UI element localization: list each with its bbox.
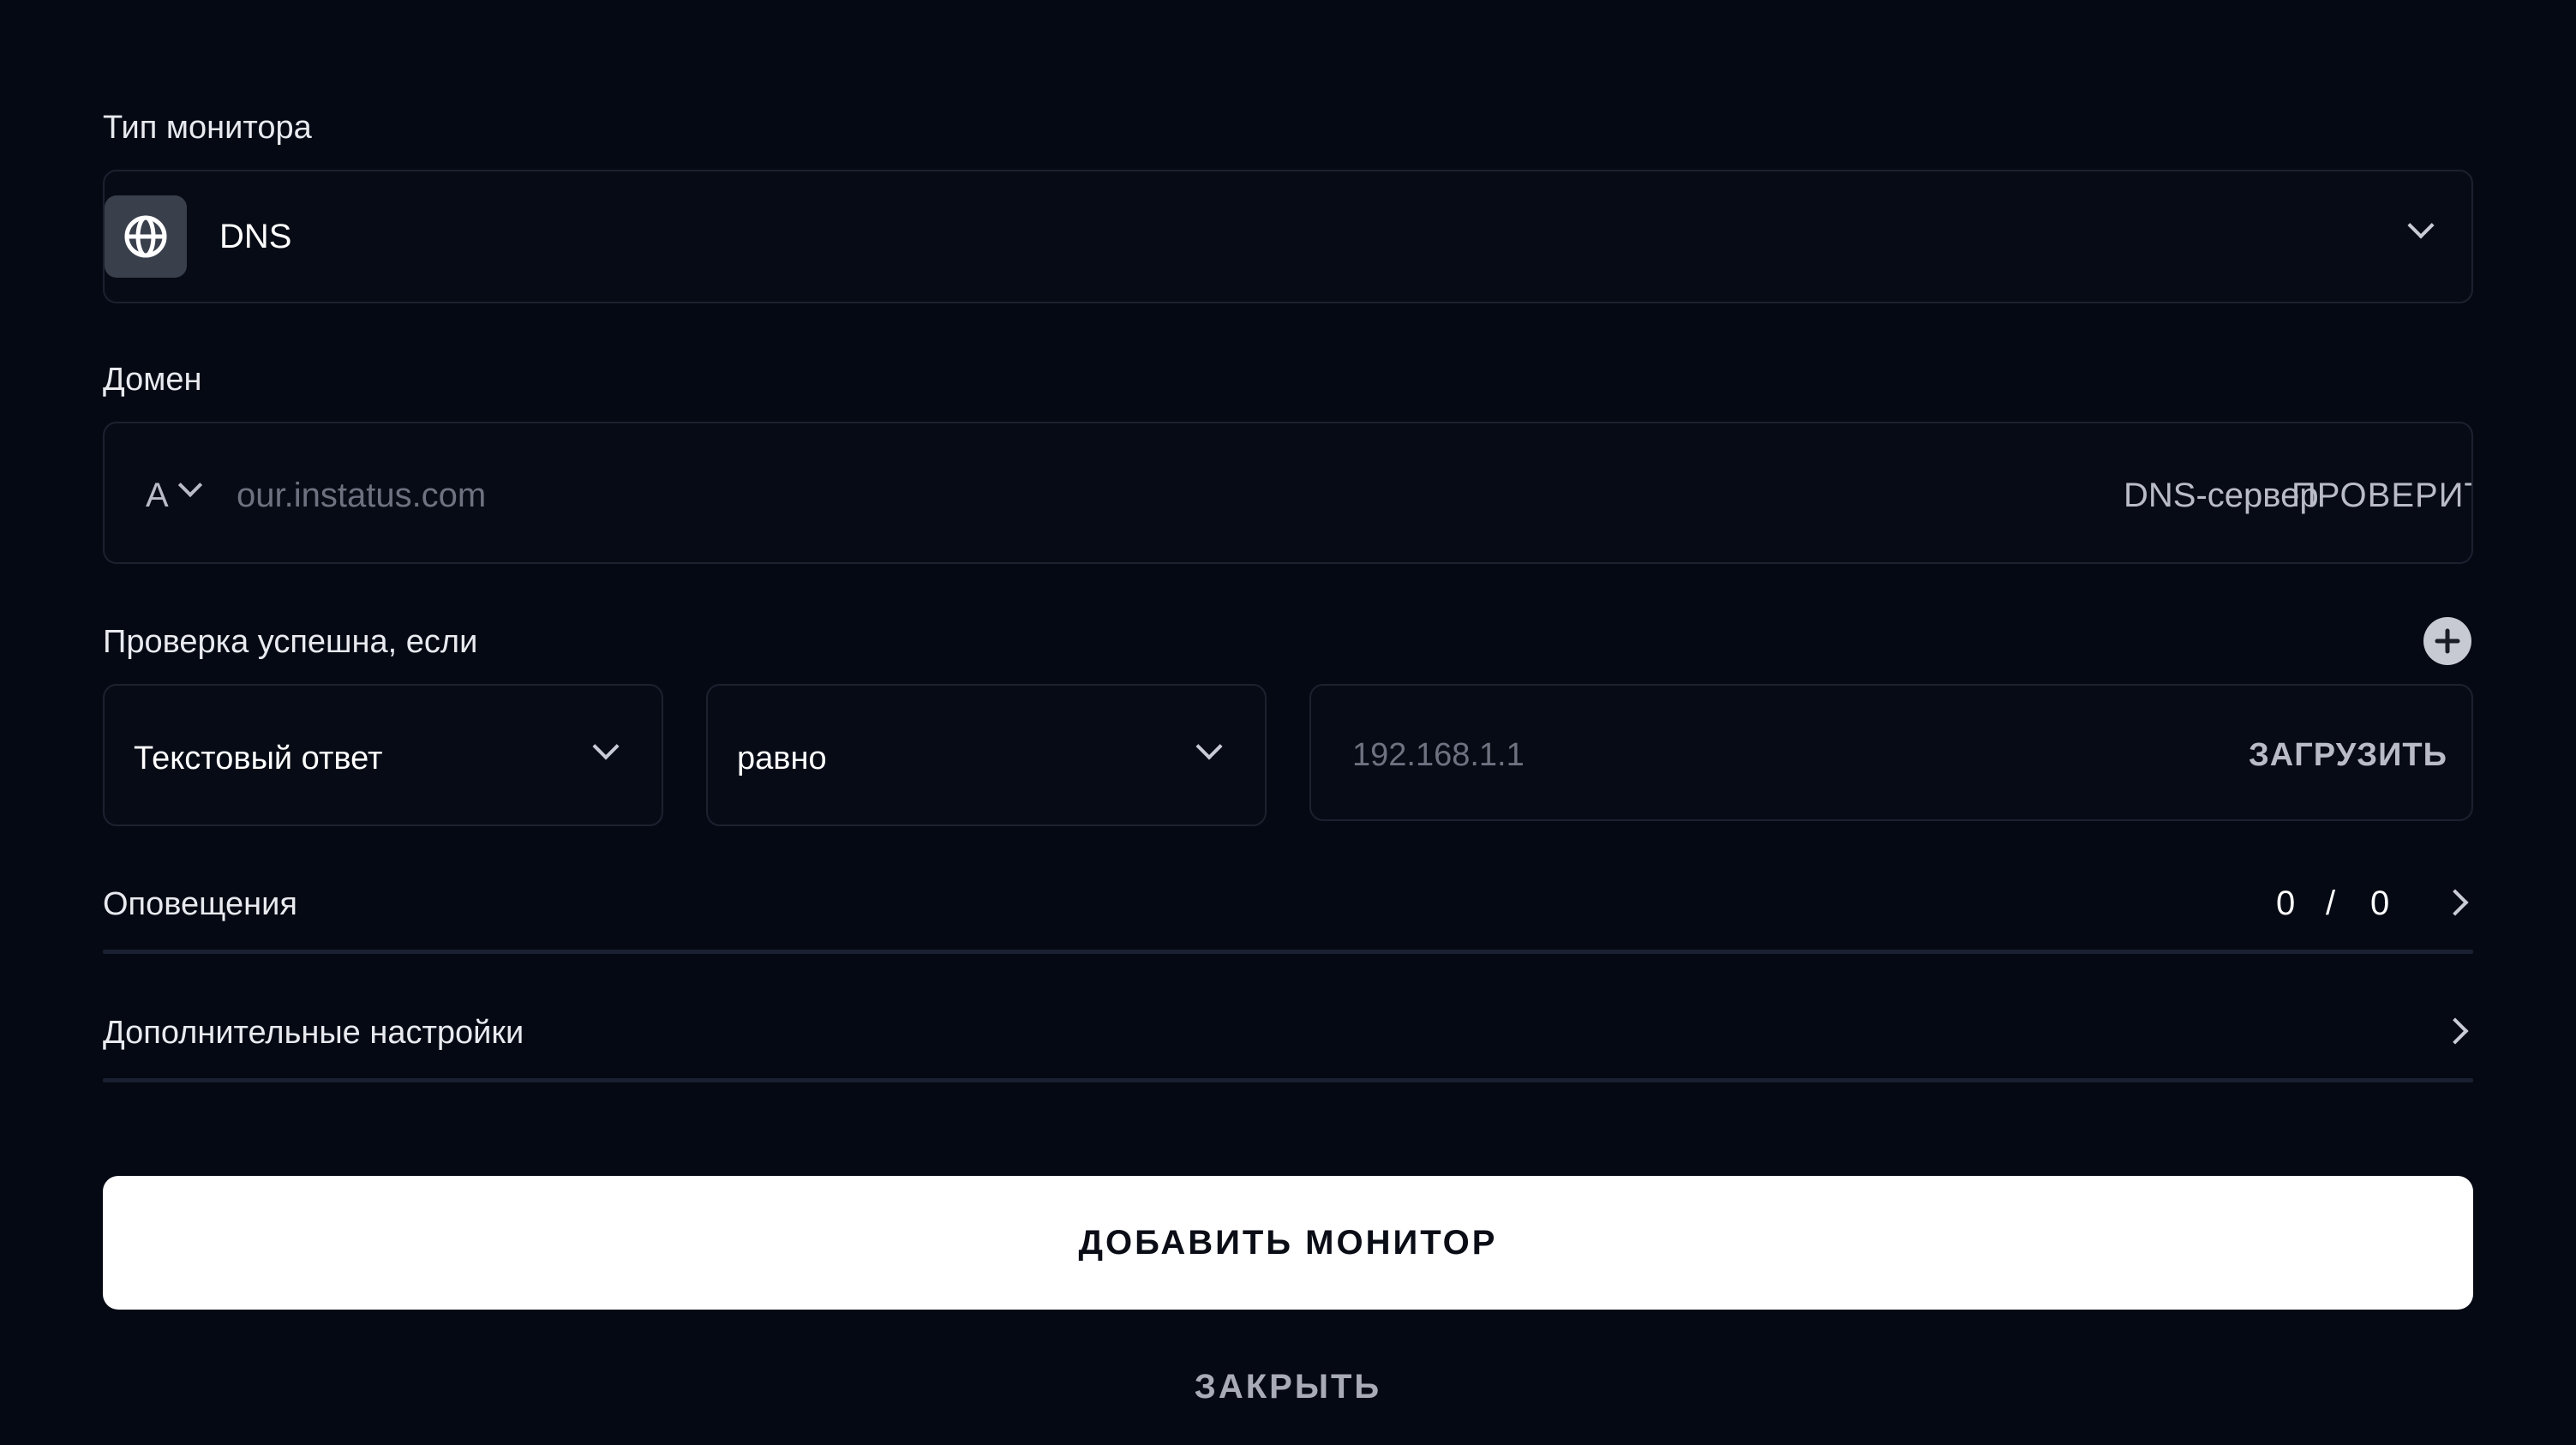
operator-select-value: равно bbox=[737, 740, 827, 776]
close-button-label: ЗАКРЫТЬ bbox=[1194, 1367, 1382, 1406]
chevron-down-icon bbox=[1195, 733, 1223, 760]
close-button[interactable]: ЗАКРЫТЬ bbox=[1117, 1363, 1459, 1411]
domain-label: Домен bbox=[103, 362, 202, 398]
condition-label: Проверка успешна, если bbox=[103, 624, 478, 660]
expected-value-field[interactable]: 192.168.1.1 ЗАГРУЗИТЬ bbox=[1309, 684, 2473, 821]
add-monitor-button-label: ДОБАВИТЬ МОНИТОР bbox=[1078, 1223, 1498, 1262]
chevron-right-icon bbox=[2441, 889, 2469, 916]
operator-select[interactable]: равно bbox=[706, 684, 1267, 826]
notifications-count-right: 0 bbox=[2370, 884, 2390, 922]
notifications-row[interactable]: Оповещения 0 / 0 bbox=[103, 874, 2473, 934]
advanced-settings-label: Дополнительные настройки bbox=[103, 1015, 524, 1051]
check-button[interactable]: ПРОВЕРИТЬ bbox=[2291, 478, 2471, 513]
field-select-value: Текстовый ответ bbox=[134, 740, 383, 776]
record-type-select[interactable]: A bbox=[146, 472, 214, 514]
chevron-right-icon bbox=[2441, 1017, 2469, 1045]
notifications-count-left: 0 bbox=[2276, 884, 2296, 922]
chevron-down-icon bbox=[592, 733, 620, 760]
domain-input[interactable]: our.instatus.com bbox=[237, 478, 486, 513]
monitor-type-value: DNS bbox=[219, 218, 292, 255]
expected-value-input[interactable]: 192.168.1.1 bbox=[1352, 739, 1525, 771]
chevron-down-icon bbox=[177, 472, 203, 498]
divider bbox=[103, 950, 2473, 954]
globe-icon bbox=[105, 195, 187, 278]
chevron-down-icon bbox=[2407, 212, 2435, 239]
notifications-separator: / bbox=[2326, 884, 2336, 922]
monitor-type-select[interactable]: DNS bbox=[103, 170, 2473, 303]
add-monitor-button[interactable]: ДОБАВИТЬ МОНИТОР bbox=[103, 1176, 2473, 1310]
field-select[interactable]: Текстовый ответ bbox=[103, 684, 663, 826]
notifications-label: Оповещения bbox=[103, 886, 297, 922]
divider bbox=[103, 1078, 2473, 1082]
add-condition-button[interactable] bbox=[2423, 617, 2471, 665]
load-button[interactable]: ЗАГРУЗИТЬ bbox=[2249, 739, 2447, 771]
dns-server-input[interactable]: DNS-сервер bbox=[2124, 478, 2319, 513]
plus-icon bbox=[2435, 628, 2460, 654]
advanced-settings-row[interactable]: Дополнительные настройки bbox=[103, 1003, 2473, 1063]
domain-field[interactable]: A our.instatus.com DNS-сервер ПРОВЕРИТЬ bbox=[103, 422, 2473, 564]
monitor-type-label: Тип монитора bbox=[103, 110, 312, 146]
record-type-value: A bbox=[146, 477, 169, 514]
